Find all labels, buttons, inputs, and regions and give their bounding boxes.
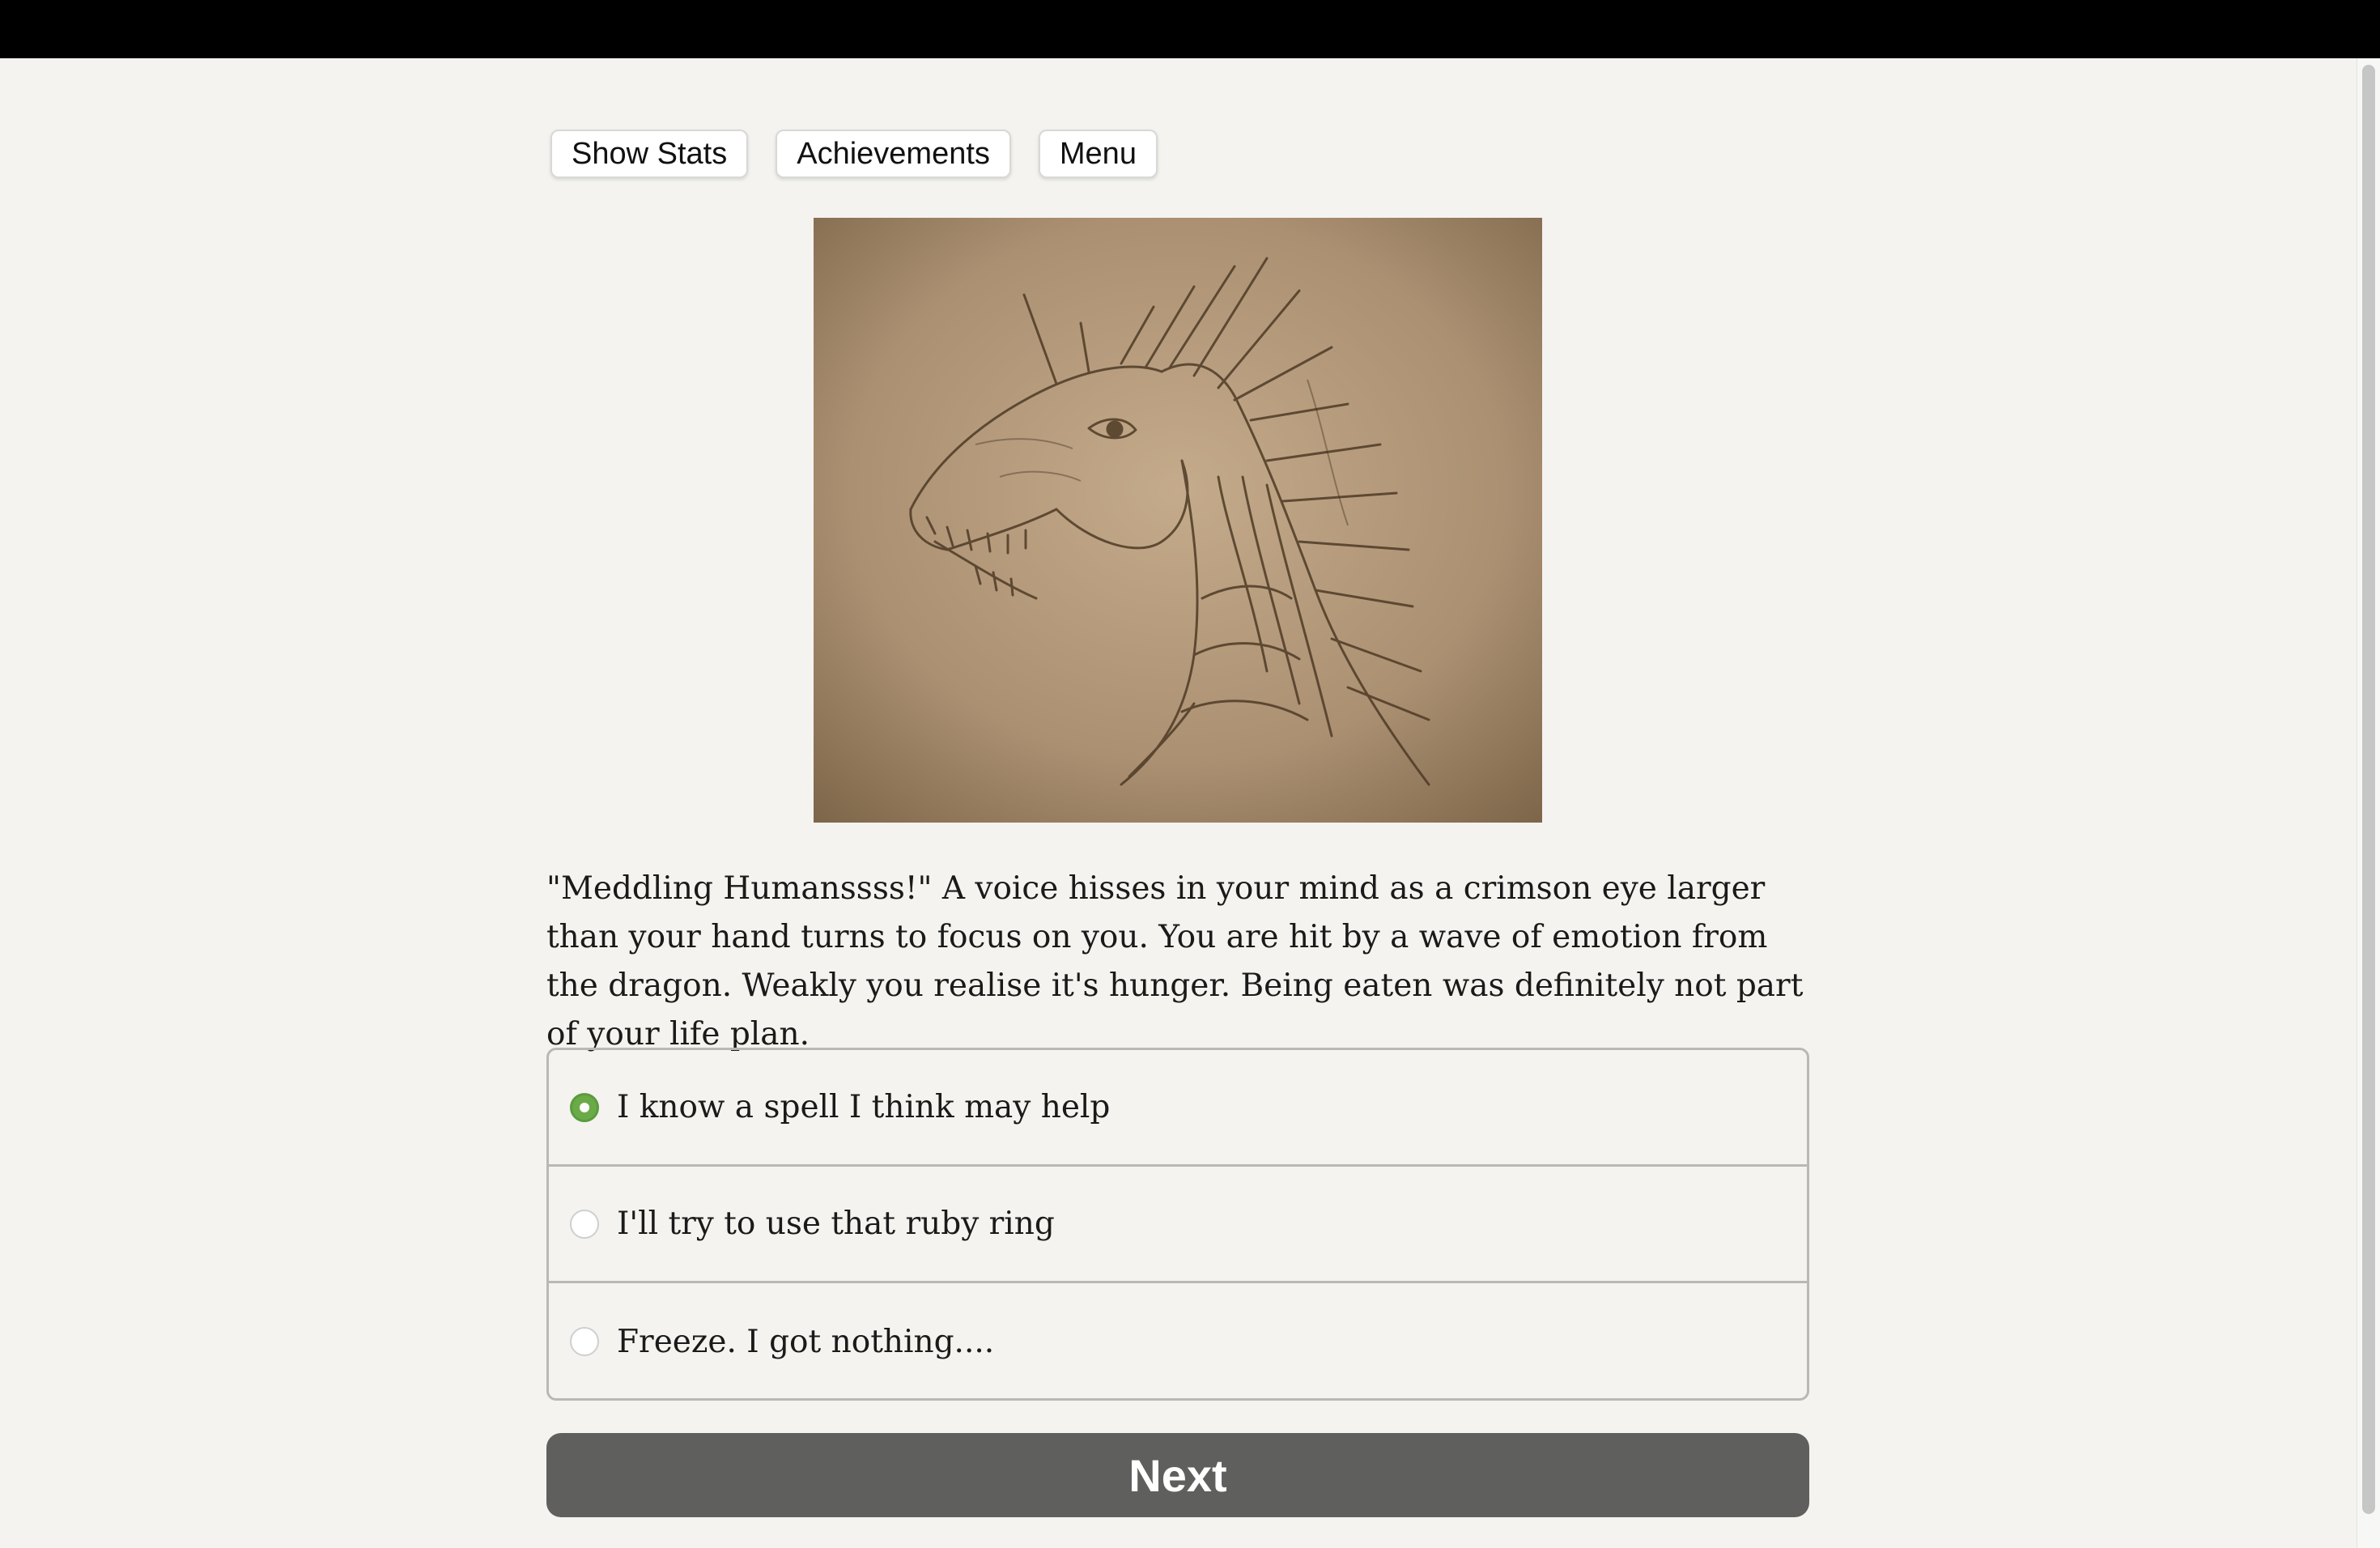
choice-label: I know a spell I think may help xyxy=(617,1089,1111,1125)
choice-option-spell[interactable]: I know a spell I think may help xyxy=(549,1050,1807,1167)
menu-button[interactable]: Menu xyxy=(1038,130,1158,178)
next-button[interactable]: Next xyxy=(546,1433,1809,1517)
choice-option-freeze[interactable]: Freeze. I got nothing.... xyxy=(549,1283,1807,1398)
radio-unselected-icon[interactable] xyxy=(570,1209,599,1239)
scrollbar-thumb[interactable] xyxy=(2362,65,2375,1514)
achievements-button[interactable]: Achievements xyxy=(776,130,1011,178)
radio-unselected-icon[interactable] xyxy=(570,1327,599,1356)
vertical-scrollbar[interactable] xyxy=(2357,58,2380,1548)
choice-option-ruby-ring[interactable]: I'll try to use that ruby ring xyxy=(549,1167,1807,1283)
story-text: "Meddling Humanssss!" A voice hisses in … xyxy=(546,870,1804,1053)
choice-label: I'll try to use that ruby ring xyxy=(617,1206,1055,1242)
radio-selected-icon[interactable] xyxy=(570,1092,599,1122)
choice-list: I know a spell I think may help I'll try… xyxy=(546,1048,1809,1401)
show-stats-button[interactable]: Show Stats xyxy=(550,130,749,178)
window-top-bar xyxy=(0,0,2380,58)
toolbar: Show Stats Achievements Menu xyxy=(550,130,1158,178)
choice-label: Freeze. I got nothing.... xyxy=(617,1323,995,1360)
dragon-illustration xyxy=(814,218,1542,823)
